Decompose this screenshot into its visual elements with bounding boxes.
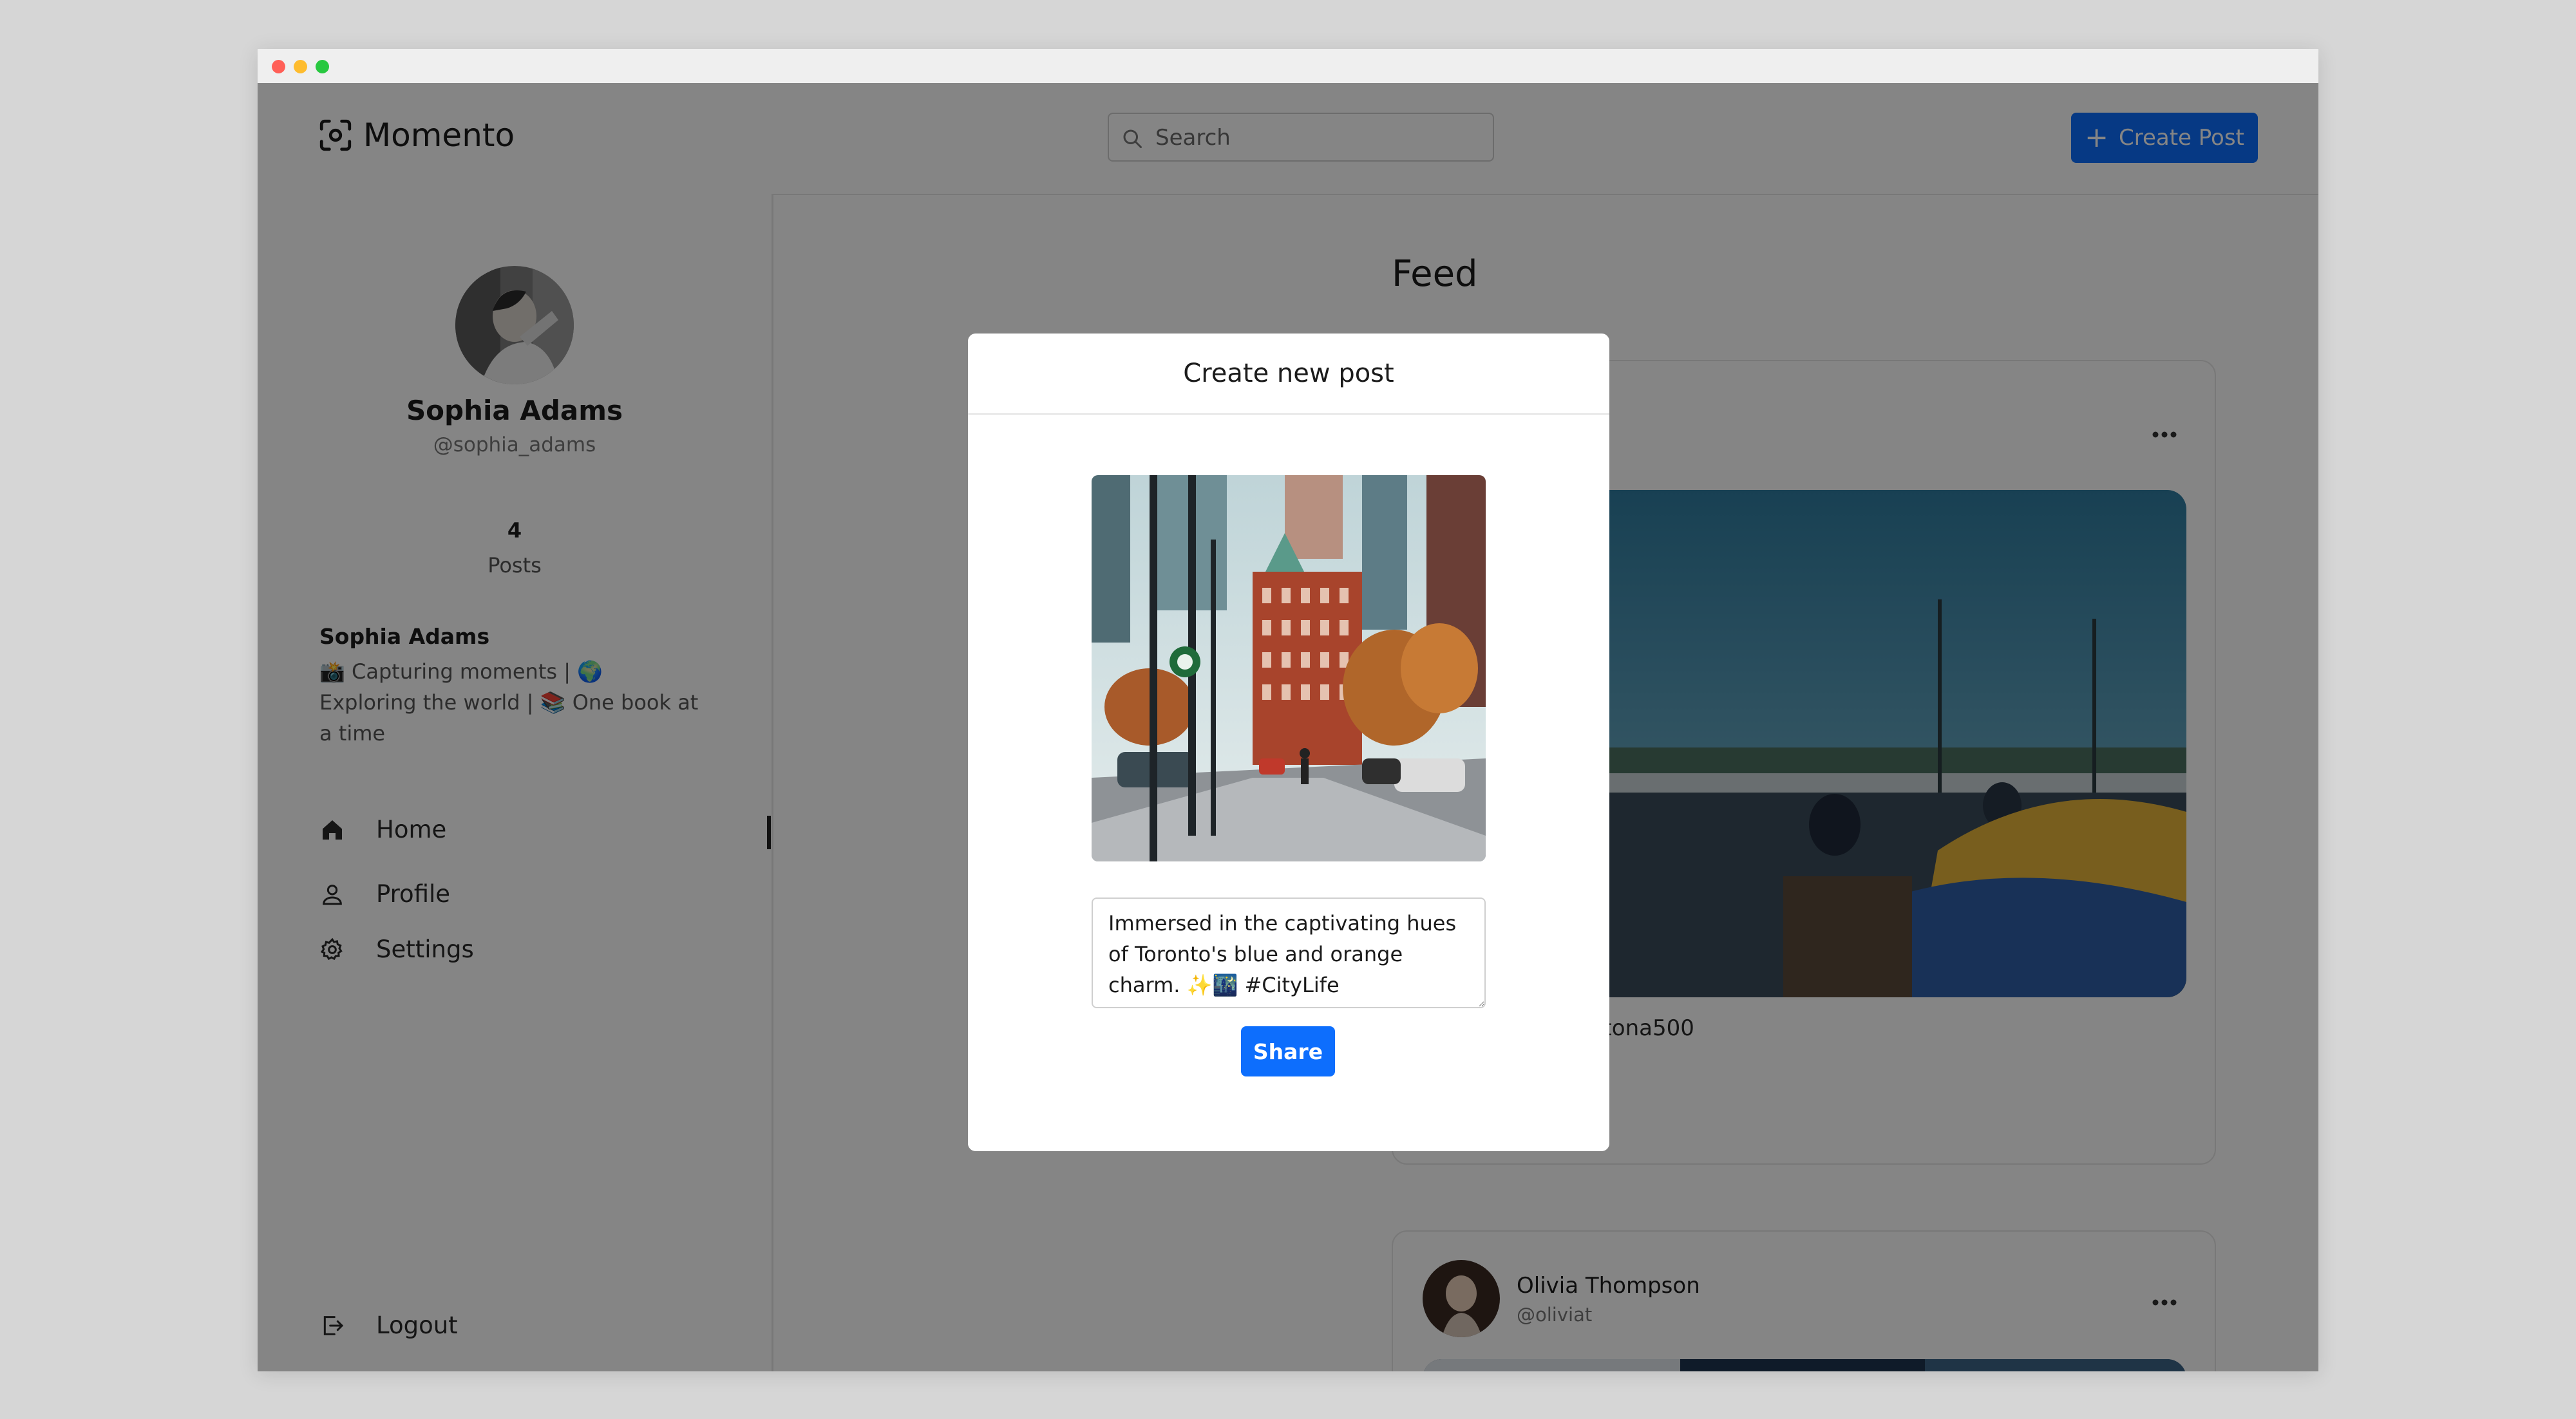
toronto-street-photo (1092, 475, 1486, 861)
maximize-window-button[interactable] (316, 60, 329, 73)
create-post-modal: Create new post Immersed in the captivat… (968, 334, 1609, 1151)
share-button[interactable]: Share (1241, 1026, 1335, 1076)
caption-textarea[interactable]: Immersed in the captivating hues of Toro… (1092, 897, 1486, 1008)
app: Momento + Create Post (258, 83, 2318, 1371)
window-titlebar (258, 49, 2318, 84)
minimize-window-button[interactable] (294, 60, 307, 73)
post-image-preview (1092, 475, 1486, 861)
modal-title: Create new post (968, 334, 1609, 415)
close-window-button[interactable] (272, 60, 285, 73)
browser-window: Momento + Create Post (258, 49, 2318, 1371)
